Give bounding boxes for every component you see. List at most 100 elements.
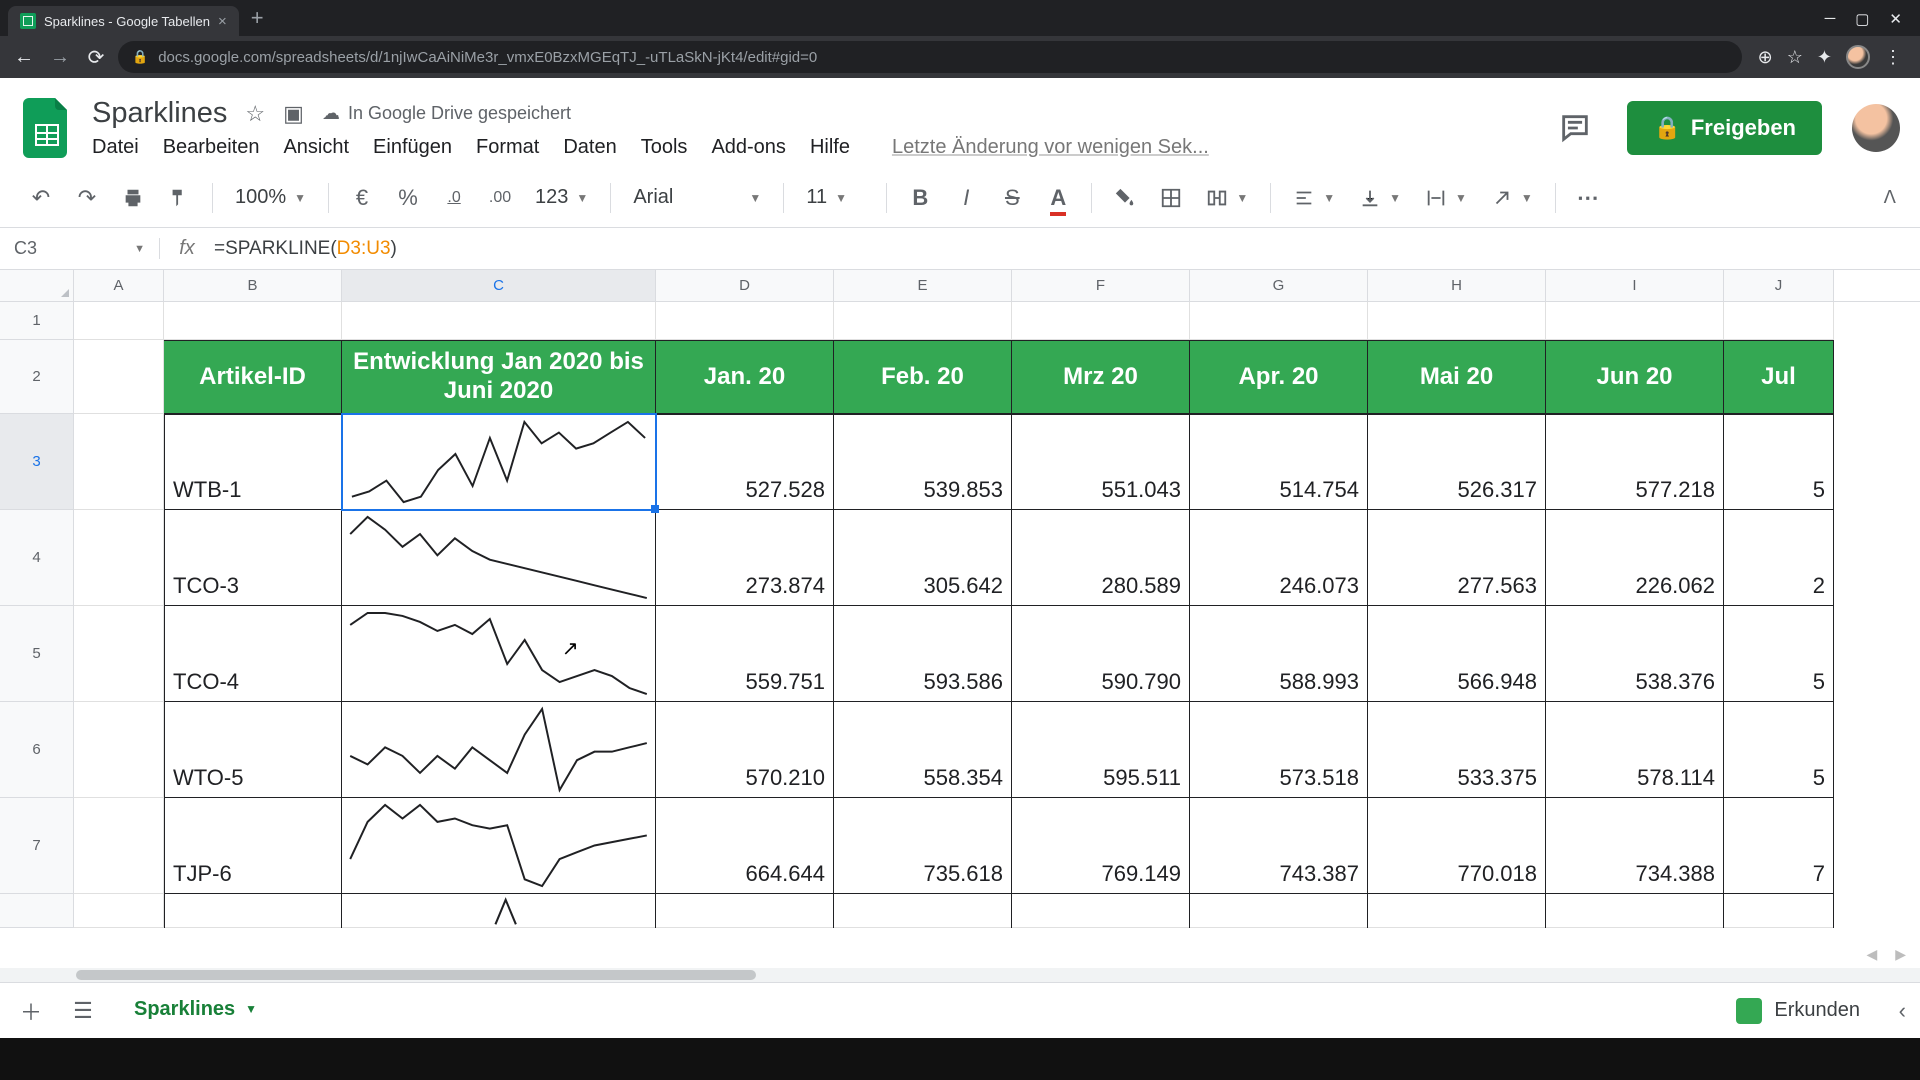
comments-icon[interactable] — [1553, 106, 1597, 150]
halign-button[interactable]: ▼ — [1287, 187, 1341, 209]
table-cell[interactable]: 246.073 — [1190, 510, 1368, 606]
more-button[interactable]: ⋯ — [1572, 181, 1606, 215]
table-cell[interactable]: 595.511 — [1012, 702, 1190, 798]
col-header-G[interactable]: G — [1190, 270, 1368, 301]
table-cell[interactable]: 551.043 — [1012, 414, 1190, 510]
percent-button[interactable]: % — [391, 181, 425, 215]
h-scrollbar[interactable]: ◀▶ — [0, 968, 1920, 982]
menu-bearbeiten[interactable]: Bearbeiten — [163, 136, 260, 159]
col-header-E[interactable]: E — [834, 270, 1012, 301]
table-cell[interactable]: 273.874 — [656, 510, 834, 606]
menu-tools[interactable]: Tools — [641, 136, 688, 159]
bold-button[interactable]: B — [903, 181, 937, 215]
table-header[interactable]: Entwicklung Jan 2020 bis Juni 2020 — [342, 340, 656, 414]
doc-title[interactable]: Sparklines — [92, 97, 227, 130]
paint-format-button[interactable] — [162, 181, 196, 215]
explore-button[interactable]: Erkunden — [1736, 998, 1860, 1024]
table-header[interactable]: Jan. 20 — [656, 340, 834, 414]
table-cell[interactable]: 514.754 — [1190, 414, 1368, 510]
col-header-I[interactable]: I — [1546, 270, 1724, 301]
table-cell[interactable]: 735.618 — [834, 798, 1012, 894]
add-sheet-button[interactable]: ＋ — [14, 994, 48, 1028]
move-icon[interactable]: ▣ — [283, 101, 304, 127]
name-box[interactable]: C3▼ — [0, 238, 160, 259]
collapse-toolbar-icon[interactable]: ᐱ — [1884, 187, 1896, 208]
formula-bar[interactable]: =SPARKLINE(D3:U3) — [214, 238, 397, 260]
borders-button[interactable] — [1154, 181, 1188, 215]
merge-button[interactable]: ▼ — [1200, 187, 1254, 209]
table-header[interactable]: Jul — [1724, 340, 1834, 414]
table-cell[interactable]: 305.642 — [834, 510, 1012, 606]
table-cell[interactable]: 280.589 — [1012, 510, 1190, 606]
table-cell[interactable]: 538.376 — [1546, 606, 1724, 702]
sparkline-cell[interactable] — [342, 702, 656, 798]
table-cell[interactable]: 559.751 — [656, 606, 834, 702]
side-panel-toggle[interactable]: ‹ — [1899, 998, 1906, 1024]
table-cell[interactable]: WTB-1 — [164, 414, 342, 510]
extensions-icon[interactable]: ✦ — [1817, 47, 1832, 68]
dec-more-button[interactable]: .00 — [483, 181, 517, 215]
menu-ansicht[interactable]: Ansicht — [283, 136, 349, 159]
table-cell[interactable]: 5 — [1724, 702, 1834, 798]
col-header-F[interactable]: F — [1012, 270, 1190, 301]
col-header-J[interactable]: J — [1724, 270, 1834, 301]
zoom-select[interactable]: 100%▼ — [229, 186, 312, 209]
table-cell[interactable]: 577.218 — [1546, 414, 1724, 510]
all-sheets-button[interactable]: ☰ — [66, 994, 100, 1028]
table-cell[interactable]: WTO-5 — [164, 702, 342, 798]
window-maximize-icon[interactable]: ▢ — [1855, 10, 1869, 28]
table-cell[interactable]: 5 — [1724, 414, 1834, 510]
table-cell[interactable]: 664.644 — [656, 798, 834, 894]
select-all-corner[interactable] — [0, 270, 74, 301]
row-header-6[interactable]: 6 — [0, 702, 74, 798]
bookmark-icon[interactable]: ☆ — [1787, 47, 1803, 68]
row-header-4[interactable]: 4 — [0, 510, 74, 606]
address-bar[interactable]: 🔒 docs.google.com/spreadsheets/d/1njIwCa… — [118, 41, 1742, 73]
table-cell[interactable]: 578.114 — [1546, 702, 1724, 798]
account-avatar[interactable] — [1852, 104, 1900, 152]
grid[interactable]: ABCDEFGHIJ 1234567 Artikel-IDEntwicklung… — [0, 270, 1920, 968]
col-header-C[interactable]: C — [342, 270, 656, 301]
row-header-5[interactable]: 5 — [0, 606, 74, 702]
profile-avatar[interactable] — [1846, 45, 1870, 69]
menu-format[interactable]: Format — [476, 136, 539, 159]
redo-button[interactable]: ↷ — [70, 181, 104, 215]
new-tab-button[interactable]: + — [239, 5, 276, 31]
selection-handle[interactable] — [651, 505, 659, 513]
table-cell[interactable]: 590.790 — [1012, 606, 1190, 702]
sparkline-cell[interactable] — [342, 798, 656, 894]
row-header-7[interactable]: 7 — [0, 798, 74, 894]
menu-datei[interactable]: Datei — [92, 136, 139, 159]
row-header-2[interactable]: 2 — [0, 340, 74, 414]
italic-button[interactable]: I — [949, 181, 983, 215]
sheets-logo-icon[interactable] — [20, 92, 74, 164]
row-header-1[interactable]: 1 — [0, 302, 74, 340]
table-header[interactable]: Artikel-ID — [164, 340, 342, 414]
table-cell[interactable]: 533.375 — [1368, 702, 1546, 798]
sheet-next-icon[interactable]: ▶ — [1895, 946, 1906, 963]
h-scroll-thumb[interactable] — [76, 970, 756, 980]
valign-button[interactable]: ▼ — [1353, 187, 1407, 209]
menu-daten[interactable]: Daten — [563, 136, 616, 159]
col-header-H[interactable]: H — [1368, 270, 1546, 301]
table-cell[interactable]: TJP-6 — [164, 798, 342, 894]
text-color-button[interactable]: A — [1041, 181, 1075, 215]
sheet-prev-icon[interactable]: ◀ — [1866, 946, 1877, 963]
col-header-D[interactable]: D — [656, 270, 834, 301]
col-header-A[interactable]: A — [74, 270, 164, 301]
dec-less-button[interactable]: .0 — [437, 181, 471, 215]
table-cell[interactable]: 588.993 — [1190, 606, 1368, 702]
menu-hilfe[interactable]: Hilfe — [810, 136, 850, 159]
table-cell[interactable]: 769.149 — [1012, 798, 1190, 894]
forward-button[interactable]: → — [46, 46, 74, 69]
table-header[interactable]: Apr. 20 — [1190, 340, 1368, 414]
table-cell[interactable]: 570.210 — [656, 702, 834, 798]
table-cell[interactable]: 743.387 — [1190, 798, 1368, 894]
star-icon[interactable]: ☆ — [245, 101, 265, 127]
table-cell[interactable]: 5 — [1724, 606, 1834, 702]
fill-color-button[interactable] — [1108, 181, 1142, 215]
table-cell[interactable]: TCO-4 — [164, 606, 342, 702]
table-cell[interactable]: 734.388 — [1546, 798, 1724, 894]
table-cell[interactable]: 573.518 — [1190, 702, 1368, 798]
table-header[interactable]: Feb. 20 — [834, 340, 1012, 414]
